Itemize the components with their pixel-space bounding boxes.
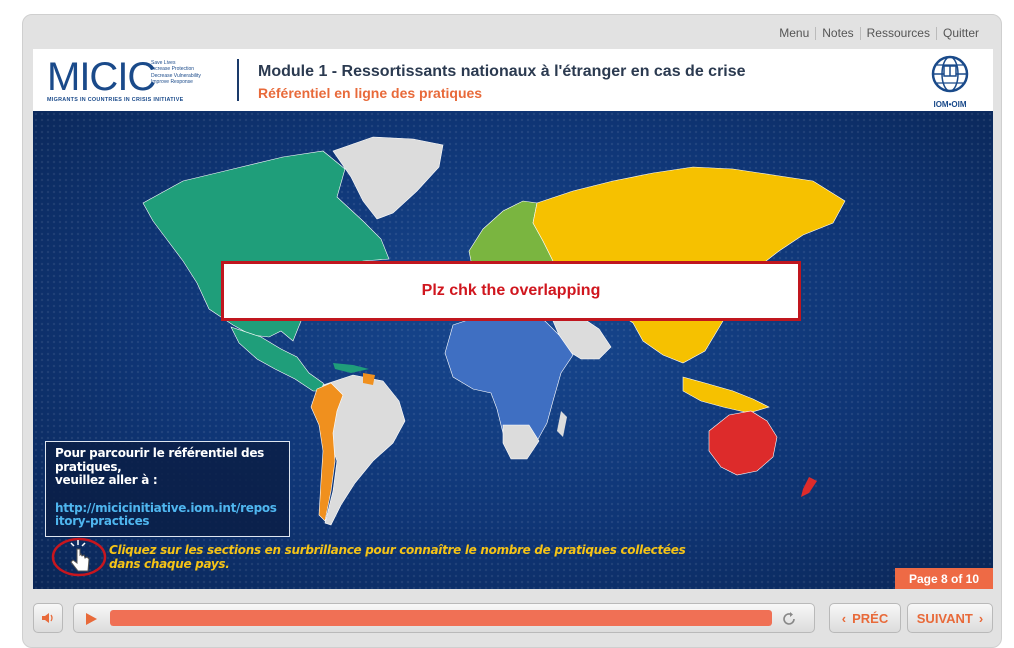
course-header: MICIC Save Lives Increase Protection Dec…	[33, 49, 993, 111]
info-line: Pour parcourir le référentiel des pratiq…	[55, 446, 265, 474]
volume-button[interactable]	[33, 603, 63, 633]
iom-logo-text: IOM•OIM	[933, 100, 967, 109]
progress-track[interactable]	[110, 610, 772, 626]
next-button[interactable]: SUIVANT ›	[907, 603, 993, 633]
click-hint	[51, 535, 107, 577]
app-frame: Menu Notes Ressources Quitter MICIC Save…	[22, 14, 1002, 648]
region-greenland[interactable]	[332, 136, 444, 220]
micic-logo: MICIC Save Lives Increase Protection Dec…	[47, 55, 219, 103]
region-caribbean[interactable]	[333, 363, 369, 373]
header-divider	[237, 59, 239, 101]
region-southeast-asia[interactable]	[682, 376, 770, 414]
notes-link[interactable]: Notes	[816, 26, 859, 40]
next-label: SUIVANT	[916, 610, 973, 626]
quit-link[interactable]: Quitter	[937, 26, 985, 40]
logo-subtitle: MIGRANTS IN COUNTRIES IN CRISIS INITIATI…	[47, 97, 184, 103]
info-text: Pour parcourir le référentiel des pratiq…	[55, 446, 280, 488]
iom-logo: IOM•OIM	[923, 54, 977, 110]
map-instruction: Cliquez sur les sections en surbrillance…	[109, 543, 686, 571]
instruction-line: dans chaque pays.	[109, 557, 230, 571]
review-note-box: Plz chk the overlapping	[221, 261, 801, 321]
logo-wordmark: MICIC	[47, 55, 156, 99]
region-madagascar[interactable]	[557, 411, 567, 437]
replay-icon[interactable]	[780, 610, 798, 628]
play-icon[interactable]	[82, 610, 100, 628]
review-note-text: Plz chk the overlapping	[421, 282, 601, 299]
world-map-stage: Plz chk the overlapping Pour parcourir l…	[33, 111, 993, 589]
page-indicator: Page 8 of 10	[895, 568, 993, 589]
top-navigation: Menu Notes Ressources Quitter	[773, 26, 985, 40]
region-australia[interactable]	[708, 410, 778, 476]
previous-label: PRÉC	[852, 610, 889, 626]
tagline-line: Increase Protection	[151, 66, 195, 73]
previous-button[interactable]: ‹ PRÉC	[829, 603, 901, 633]
region-mexico[interactable]	[230, 326, 328, 392]
region-venezuela[interactable]	[363, 373, 375, 385]
module-subtitle: Référentiel en ligne des pratiques	[258, 85, 483, 101]
module-title: Module 1 - Ressortissants nationaux à l'…	[258, 63, 746, 80]
progress-fill	[110, 610, 772, 626]
chevron-left-icon: ‹	[841, 610, 847, 626]
player-controls: ‹ PRÉC SUIVANT ›	[33, 603, 993, 639]
info-line: veuillez aller à :	[55, 473, 158, 487]
repository-info-box: Pour parcourir le référentiel des pratiq…	[45, 441, 290, 537]
hand-pointer-icon	[51, 537, 107, 577]
speaker-icon	[42, 613, 53, 623]
instruction-line: Cliquez sur les sections en surbrillance…	[109, 543, 686, 557]
region-new-zealand[interactable]	[801, 477, 817, 497]
progress-player	[73, 603, 815, 633]
repository-link[interactable]: http://micicinitiative.iom.int/repositor…	[55, 501, 280, 529]
resources-link[interactable]: Ressources	[861, 26, 936, 40]
tagline-line: Improve Response	[151, 79, 193, 86]
globe-icon	[931, 55, 969, 93]
chevron-right-icon: ›	[978, 610, 984, 626]
logo-tagline: Save Lives Increase Protection Decrease …	[151, 60, 201, 86]
menu-link[interactable]: Menu	[773, 26, 815, 40]
